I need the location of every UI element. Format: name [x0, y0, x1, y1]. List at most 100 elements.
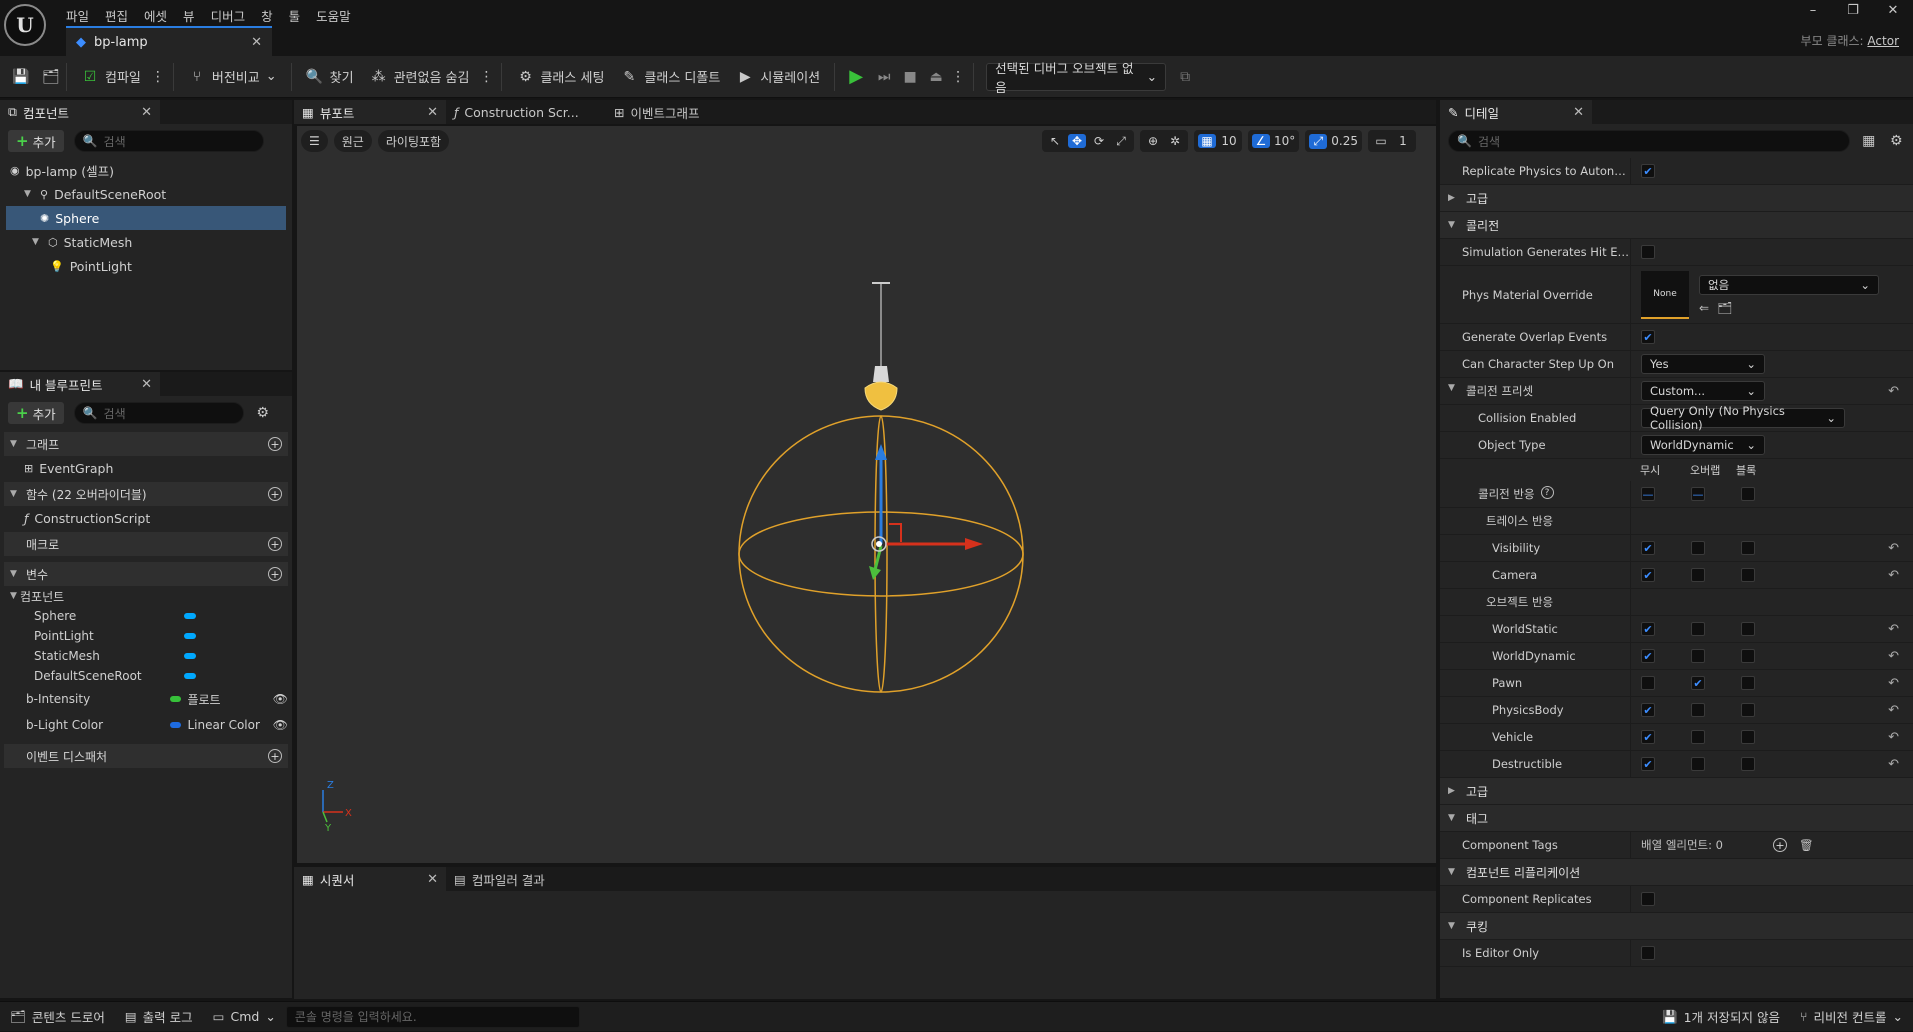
component-tree-item[interactable]: ✺ Sphere	[6, 206, 286, 230]
menu-item-1[interactable]: 편집	[97, 4, 136, 26]
response-overlap-checkbox[interactable]	[1691, 622, 1705, 636]
close-window-button[interactable]: ✕	[1873, 0, 1913, 24]
browse-asset-icon[interactable]: 🗂	[1717, 301, 1732, 315]
add-graph-icon[interactable]: +	[268, 437, 282, 451]
play-options-icon[interactable]: ⋮	[949, 68, 967, 86]
reset-icon[interactable]: ↶	[1888, 757, 1899, 772]
event-graph-item[interactable]: ⊞ EventGraph	[4, 456, 288, 480]
compile-button[interactable]: ☑ 컴파일	[73, 62, 149, 92]
component-tree-item[interactable]: ▼ ⚲ DefaultSceneRoot	[6, 182, 286, 206]
response-overlap-checkbox[interactable]	[1691, 703, 1705, 717]
viewport[interactable]: ☰ 원근 라이팅포함 ↖ ✥ ⟳ ⤢ ⊕ ✲ ▦ 10 ∠ 10° ⤢ 0.25 ▭ 1	[297, 126, 1436, 863]
tab-components[interactable]: ⧉ 컴포넌트 ✕	[0, 100, 160, 124]
components-search-input[interactable]: 🔍 검색	[73, 130, 264, 152]
collision-section[interactable]: ▼ 콜리전	[1440, 212, 1913, 239]
blueprint-search-input[interactable]: 🔍 검색	[73, 402, 244, 424]
tab-viewport[interactable]: ▦ 뷰포트 ✕	[294, 100, 446, 124]
menu-item-2[interactable]: 에셋	[136, 4, 175, 26]
compile-options-icon[interactable]: ⋮	[149, 68, 167, 86]
menu-item-4[interactable]: 디버그	[203, 4, 254, 26]
response-block-checkbox[interactable]	[1741, 622, 1755, 636]
output-log-button[interactable]: ▤ 출력 로그	[115, 1002, 203, 1032]
response-block-all[interactable]	[1741, 487, 1755, 501]
eye-icon[interactable]: 👁	[273, 692, 288, 706]
component-tree-item[interactable]: ◉ bp-lamp (셀프)	[6, 158, 286, 182]
triangle-down-icon[interactable]: ▼	[24, 189, 34, 199]
content-drawer-button[interactable]: 🗂 콘텐츠 드로어	[0, 1002, 115, 1032]
reset-icon[interactable]: ↶	[1888, 622, 1899, 637]
tags-section[interactable]: ▼ 태그	[1440, 805, 1913, 832]
tab-event-graph[interactable]: ⊞ 이벤트그래프	[606, 100, 708, 124]
add-blueprint-item-button[interactable]: + 추가	[8, 402, 64, 424]
console-input[interactable]: 콘솔 명령을 입력하세요.	[285, 1005, 580, 1028]
tab-my-blueprint[interactable]: 📖 내 블루프린트 ✕	[0, 372, 160, 396]
replicate-physics-checkbox[interactable]: ✔	[1641, 164, 1655, 178]
construction-script-item[interactable]: ƒ ConstructionScript	[4, 506, 288, 530]
phys-material-thumbnail[interactable]: None	[1641, 270, 1689, 319]
response-block-checkbox[interactable]	[1741, 541, 1755, 555]
response-block-checkbox[interactable]	[1741, 703, 1755, 717]
add-component-button[interactable]: + 추가	[8, 130, 64, 152]
document-tab[interactable]: ◆ bp-lamp ✕	[66, 26, 272, 56]
class-defaults-button[interactable]: ✎ 클래스 디폴트	[612, 62, 728, 92]
add-variable-icon[interactable]: +	[268, 567, 282, 581]
diff-button[interactable]: ⑂ 버전비교 ⌄	[180, 62, 285, 92]
simulation-button[interactable]: ▶ 시뮬레이션	[728, 62, 828, 92]
response-ignore-checkbox[interactable]	[1641, 676, 1655, 690]
sim-hit-events-checkbox[interactable]	[1641, 245, 1655, 259]
close-tab-icon[interactable]: ✕	[427, 872, 438, 887]
close-panel-icon[interactable]: ✕	[141, 105, 152, 120]
gear-icon[interactable]: ⚙	[254, 404, 272, 422]
stop-icon[interactable]: ■	[901, 68, 919, 86]
is-editor-only-checkbox[interactable]	[1641, 946, 1655, 960]
browse-icon[interactable]: 🗂	[42, 68, 60, 86]
trash-icon[interactable]: 🗑	[1799, 838, 1814, 852]
triangle-down-icon[interactable]: ▼	[32, 237, 42, 247]
object-type-select[interactable]: WorldDynamic ⌄	[1641, 435, 1765, 455]
close-tab-icon[interactable]: ✕	[427, 105, 438, 120]
reset-icon[interactable]: ↶	[1888, 649, 1899, 664]
advanced-section-2[interactable]: ▶ 고급	[1440, 778, 1913, 805]
tab-sequencer[interactable]: ▦ 시퀀서 ✕	[294, 867, 446, 891]
component-tree-item[interactable]: ▼ ⬡ StaticMesh	[6, 230, 286, 254]
gen-overlap-checkbox[interactable]: ✔	[1641, 330, 1655, 344]
response-overlap-checkbox[interactable]	[1691, 757, 1705, 771]
reset-icon[interactable]: ↶	[1888, 541, 1899, 556]
save-icon[interactable]: 💾	[12, 68, 30, 86]
response-ignore-checkbox[interactable]: ✔	[1641, 622, 1655, 636]
event-dispatchers-section[interactable]: 이벤트 디스패처 +	[4, 744, 288, 768]
response-overlap-all[interactable]: —	[1691, 487, 1705, 501]
component-tree-item[interactable]: 💡 PointLight	[6, 254, 286, 278]
reset-icon[interactable]: ↶	[1888, 730, 1899, 745]
restore-button[interactable]: ❐	[1833, 0, 1873, 24]
debug-filter-icon[interactable]: ⧉	[1176, 68, 1194, 86]
class-settings-button[interactable]: ⚙ 클래스 세팅	[508, 62, 612, 92]
add-function-icon[interactable]: +	[268, 487, 282, 501]
eye-icon[interactable]: 👁	[273, 718, 288, 732]
minimize-button[interactable]: –	[1793, 0, 1833, 24]
response-ignore-checkbox[interactable]: ✔	[1641, 541, 1655, 555]
can-step-up-select[interactable]: Yes ⌄	[1641, 354, 1765, 374]
menu-item-7[interactable]: 도움말	[308, 4, 359, 26]
unreal-logo-icon[interactable]: U	[4, 4, 46, 46]
play-icon[interactable]: ▶	[847, 66, 865, 87]
collision-enabled-select[interactable]: Query Only (No Physics Collision) ⌄	[1641, 404, 1845, 432]
variable-item[interactable]: b-Intensity 플로트 👁	[4, 686, 288, 712]
component-replication-section[interactable]: ▼ 컴포넌트 리플리케이션	[1440, 859, 1913, 886]
component-replicates-checkbox[interactable]	[1641, 892, 1655, 906]
graph-section[interactable]: ▼ 그래프 +	[4, 432, 288, 456]
eject-icon[interactable]: ⏏	[927, 68, 945, 86]
menu-item-0[interactable]: 파일	[58, 4, 97, 26]
response-ignore-checkbox[interactable]: ✔	[1641, 568, 1655, 582]
response-overlap-checkbox[interactable]	[1691, 541, 1705, 555]
response-ignore-checkbox[interactable]: ✔	[1641, 703, 1655, 717]
gizmo-x-arrow[interactable]	[965, 538, 983, 550]
unsaved-button[interactable]: 💾 1개 저장되지 않음	[1652, 1002, 1790, 1032]
reset-icon[interactable]: ↶	[1888, 676, 1899, 691]
hide-unrelated-button[interactable]: ⁂ 관련없음 숨김	[362, 62, 478, 92]
debug-object-select[interactable]: 선택된 디버그 오브젝트 없음 ⌄	[986, 61, 1167, 95]
cooking-section[interactable]: ▼ 쿠킹	[1440, 913, 1913, 940]
component-variable[interactable]: DefaultSceneRoot	[4, 666, 288, 686]
menu-item-6[interactable]: 툴	[281, 4, 309, 26]
variables-section[interactable]: ▼ 변수 +	[4, 562, 288, 586]
